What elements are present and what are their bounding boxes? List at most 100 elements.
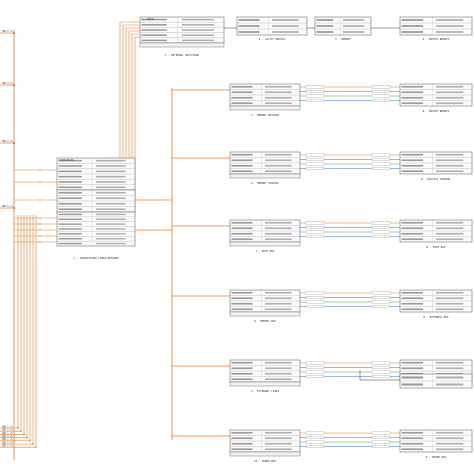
top-c-block-text-bar bbox=[316, 31, 334, 33]
row-right-block-text-bar bbox=[401, 297, 424, 300]
central-block-lower-text-bar bbox=[96, 233, 126, 235]
central-block-mid-text-bar bbox=[96, 197, 126, 200]
wire-tag bbox=[305, 440, 325, 444]
wire-tag bbox=[371, 99, 391, 102]
row-right-block-text-bar bbox=[436, 159, 464, 162]
row-left-block-text-bar bbox=[231, 378, 253, 381]
wire-tag bbox=[305, 431, 325, 435]
central-block-upper-text-bar bbox=[58, 186, 82, 189]
top-d-block-text-bar bbox=[436, 19, 464, 21]
wire-tag bbox=[371, 90, 391, 93]
wire-tag bbox=[371, 85, 391, 89]
row-5-extra-block-text-bar bbox=[436, 376, 464, 379]
top-c-caption: 5 · MEMORY bbox=[335, 37, 351, 41]
top-b-block-text-bar bbox=[272, 19, 299, 21]
row-left-block-text-bar bbox=[265, 448, 292, 451]
row-left-block-text-bar bbox=[231, 361, 253, 364]
top-b-block-text-bar bbox=[272, 25, 299, 27]
wire-tag bbox=[305, 99, 325, 102]
central-block-mid-text-bar bbox=[96, 202, 126, 205]
central-block-mid-text-bar bbox=[96, 208, 126, 211]
row-left-block-text-bar bbox=[265, 367, 292, 370]
top-a-block-text-bar bbox=[182, 29, 214, 31]
row-right-block-text-bar bbox=[436, 367, 464, 370]
row-right-block-text-bar bbox=[401, 170, 424, 173]
row-left-block-text-bar bbox=[231, 159, 253, 162]
row-left-block-text-bar bbox=[231, 372, 253, 375]
row-left-block-text-bar bbox=[265, 308, 292, 311]
row-left-footer bbox=[229, 311, 301, 317]
central-block-upper-text-bar bbox=[96, 165, 126, 167]
central-block-lower-text-bar bbox=[58, 233, 82, 235]
switch-label: GND 1 +5 bbox=[2, 445, 13, 448]
row-right-block-text-bar bbox=[401, 85, 424, 88]
row-right-block-text-bar bbox=[401, 437, 424, 440]
central-block-mid-text-bar bbox=[58, 191, 82, 194]
top-c-block-text-bar bbox=[343, 19, 365, 21]
wiring-diagram: GND.0 +5 GND.0 +5 GND.0 +5 GND.0 +5 GND 1 +5… bbox=[0, 0, 474, 474]
row-left-block-text-bar bbox=[231, 102, 253, 105]
row-left-block-text-bar bbox=[231, 221, 253, 224]
wire-tag bbox=[371, 370, 391, 374]
wiring-diagram-svg: GND.0 +5 GND.0 +5 GND.0 +5 GND.0 +5 GND 1 +5… bbox=[0, 16, 473, 463]
row-right-block-text-bar bbox=[436, 170, 464, 173]
wire-tag bbox=[305, 300, 325, 304]
row-right-block-text-bar bbox=[401, 159, 424, 162]
wire-tag bbox=[305, 366, 325, 369]
central-block-lower-text-bar bbox=[58, 242, 82, 245]
wire-tag bbox=[305, 167, 325, 170]
wire-tag bbox=[371, 94, 391, 98]
central-block-mid-text-bar bbox=[96, 191, 126, 194]
row-left-block-text-bar bbox=[231, 308, 253, 311]
central-block-upper-text-bar bbox=[58, 170, 82, 173]
row-left-caption: 7 · PORT BUS bbox=[256, 249, 275, 253]
row-left-block-text-bar bbox=[265, 431, 292, 434]
wire-tag bbox=[371, 158, 391, 161]
wire-tag bbox=[371, 361, 391, 365]
wire-tag bbox=[371, 305, 391, 308]
left-connector-label: GND.0 +5 bbox=[2, 205, 13, 208]
row-left-block-text-bar bbox=[265, 170, 292, 173]
top-a-footer bbox=[139, 42, 225, 48]
row-left-block-text-bar bbox=[265, 442, 292, 445]
row-left-block-text-bar bbox=[231, 297, 253, 300]
row-right-caption: R · DIGITAL CONTROL bbox=[421, 177, 451, 181]
top-b-block-text-bar bbox=[238, 31, 260, 33]
wire-tag bbox=[371, 235, 391, 238]
row-left-block-text-bar bbox=[265, 361, 292, 364]
central-block-lower-text-bar bbox=[58, 228, 82, 230]
top-d-block-text-bar bbox=[401, 19, 424, 21]
row-left-block-text-bar bbox=[231, 431, 253, 434]
central-block-mid-text-bar bbox=[58, 202, 82, 205]
row-right-block-text-bar bbox=[401, 448, 424, 451]
row-left-block-text-bar bbox=[265, 91, 292, 94]
top-b-block-text-bar bbox=[272, 31, 299, 33]
central-block-lower-text-bar bbox=[58, 213, 82, 216]
wire-tag bbox=[305, 445, 325, 448]
row-left-block-text-bar bbox=[265, 164, 292, 167]
connector-pin bbox=[39, 229, 41, 231]
top-d-caption: R · PROTEC BRANCH bbox=[423, 37, 450, 41]
row-left-block-text-bar bbox=[265, 297, 292, 300]
row-right-block-text-bar bbox=[436, 361, 464, 364]
row-left-block-text-bar bbox=[231, 367, 253, 370]
row-left-block-text-bar bbox=[231, 85, 253, 88]
central-block-lower-text-bar bbox=[96, 213, 126, 216]
wire-tag bbox=[371, 445, 391, 448]
row-left-footer bbox=[229, 105, 301, 111]
connector-pin bbox=[39, 223, 41, 225]
row-right-block-text-bar bbox=[401, 302, 424, 305]
row-5-extra-block-text-bar bbox=[401, 383, 424, 386]
central-block-lower-text-bar bbox=[96, 237, 126, 240]
row-left-block-text-bar bbox=[231, 442, 253, 445]
top-a-block-text-bar bbox=[182, 34, 214, 36]
central-title: TRANSCEIVER bbox=[59, 159, 74, 162]
row-left-footer bbox=[229, 381, 301, 387]
top-d-block-text-bar bbox=[401, 31, 424, 33]
central-block-upper-text-bar bbox=[96, 181, 126, 183]
wire-tag bbox=[305, 85, 325, 89]
row-right-caption: R · POWER BUS bbox=[426, 455, 447, 459]
riser-wire bbox=[134, 36, 140, 215]
row-left-caption: 5 · MEMORY DRIVERS bbox=[251, 113, 280, 117]
row-right-block-text-bar bbox=[436, 227, 464, 230]
